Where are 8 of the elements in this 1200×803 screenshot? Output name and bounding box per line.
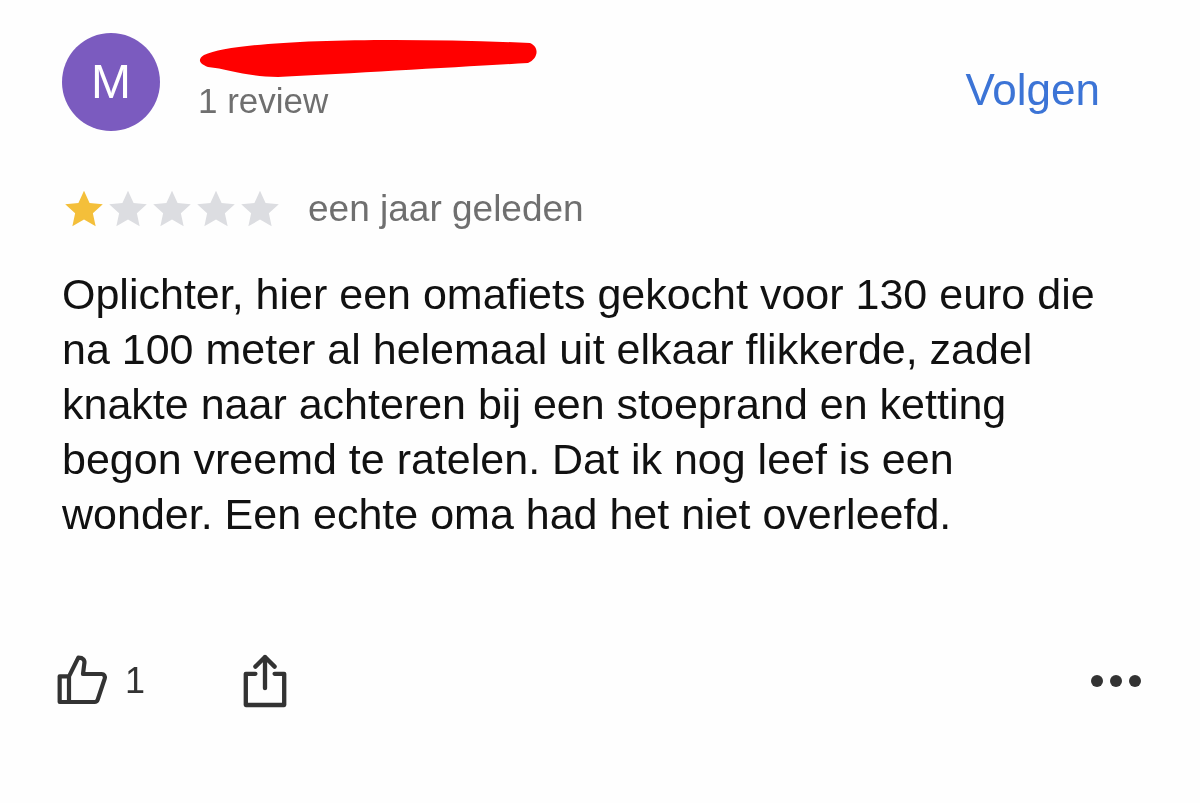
review-count: 1 review [198, 80, 330, 122]
review-time: een jaar geleden [308, 187, 584, 231]
like-button[interactable]: 1 [55, 653, 146, 709]
review-text: Oplichter, hier een omafiets gekocht voor 130 euro die na 100 meter al helemaal uit elkaar flikkerde, zadel knakte naar achteren bij een stoeprand en ketting begon vreemd te ratelen. Dat ik nog leef is een wonder. Een echte oma had het niet overleefd. [62, 268, 1096, 540]
follow-button[interactable]: Volgen [965, 57, 1100, 123]
more-icon [1090, 674, 1142, 688]
more-button[interactable] [1088, 672, 1144, 690]
avatar: M [62, 33, 160, 131]
